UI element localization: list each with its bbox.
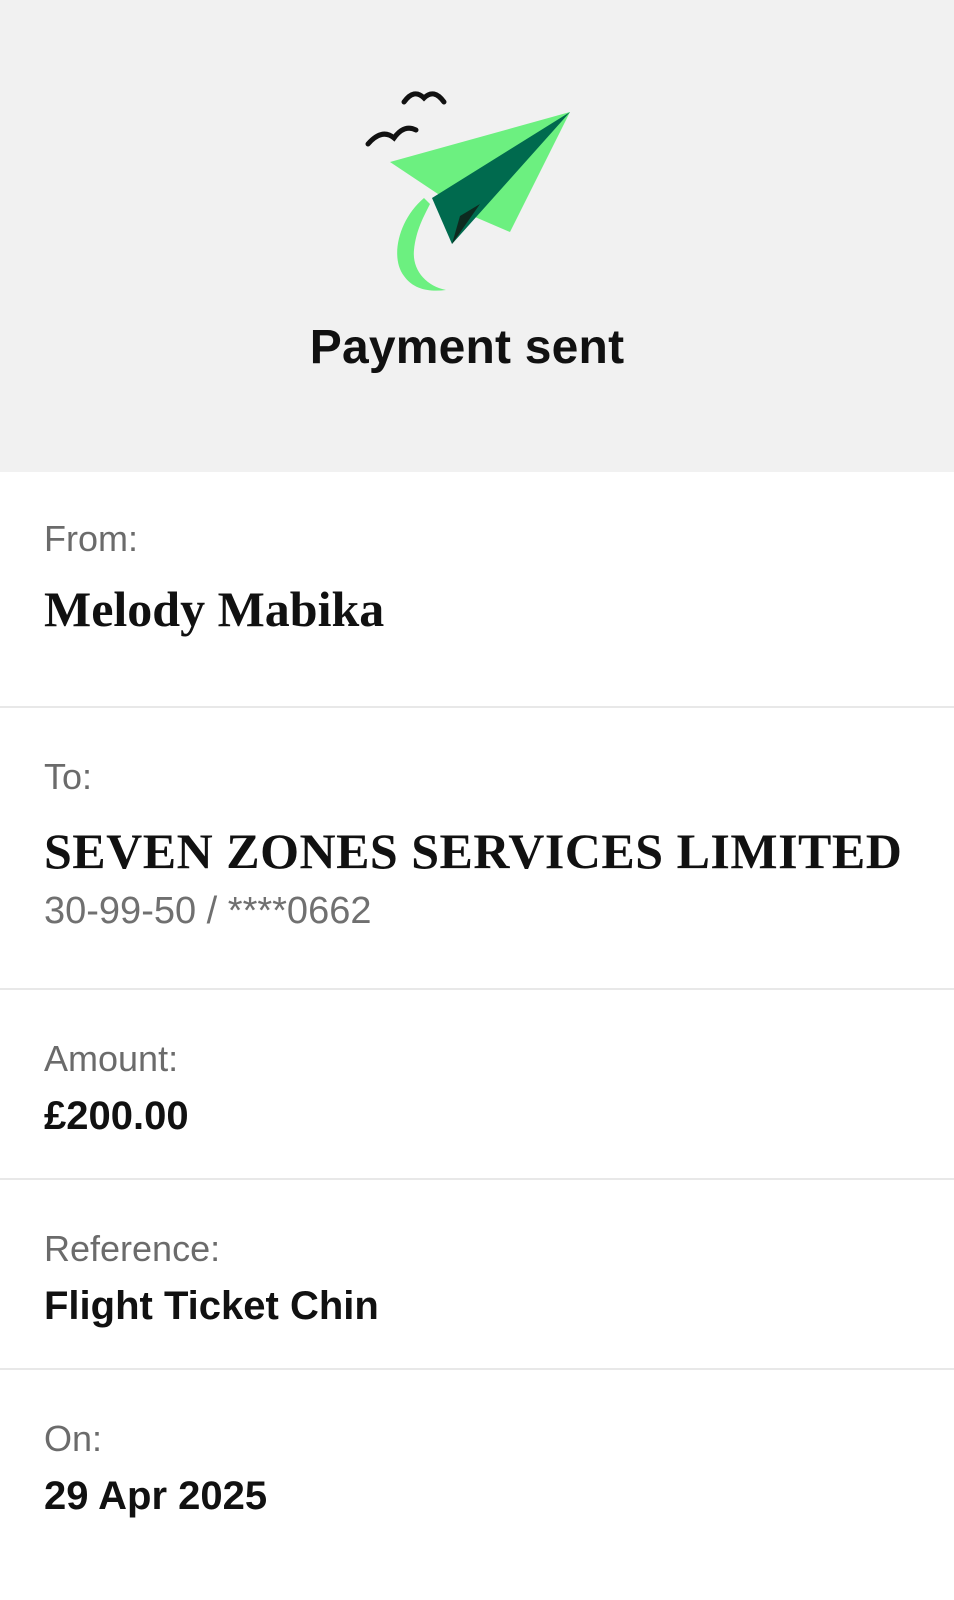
to-section: To: SEVEN ZONES SERVICES LIMITED 30-99-5… [0,708,954,990]
page-title: Payment sent [309,321,625,374]
bird-icon [365,125,419,147]
amount-section: Amount: £200.00 [0,990,954,1180]
bird-icon [401,91,447,105]
to-label: To: [44,756,93,797]
reference-value: Flight Ticket Chin [44,1284,379,1328]
from-section: From: Melody Mabika [0,472,954,708]
reference-label: Reference: [44,1228,221,1269]
date-section: On: 29 Apr 2025 [0,1370,954,1600]
amount-value: £200.00 [44,1094,189,1138]
receipt-header: Payment sent [0,0,954,472]
paper-plane-with-birds-icon [365,91,570,291]
reference-section: Reference: Flight Ticket Chin [0,1180,954,1370]
to-value: SEVEN ZONES SERVICES LIMITED [44,823,903,879]
date-value: 29 Apr 2025 [44,1474,268,1518]
date-label: On: [44,1418,103,1459]
from-label: From: [44,518,138,559]
payment-receipt: Payment sent From: Melody Mabika To: SEV… [0,0,954,1600]
from-value: Melody Mabika [44,581,385,637]
amount-label: Amount: [44,1038,179,1079]
to-account-number: 30-99-50 / ****0662 [44,890,372,932]
